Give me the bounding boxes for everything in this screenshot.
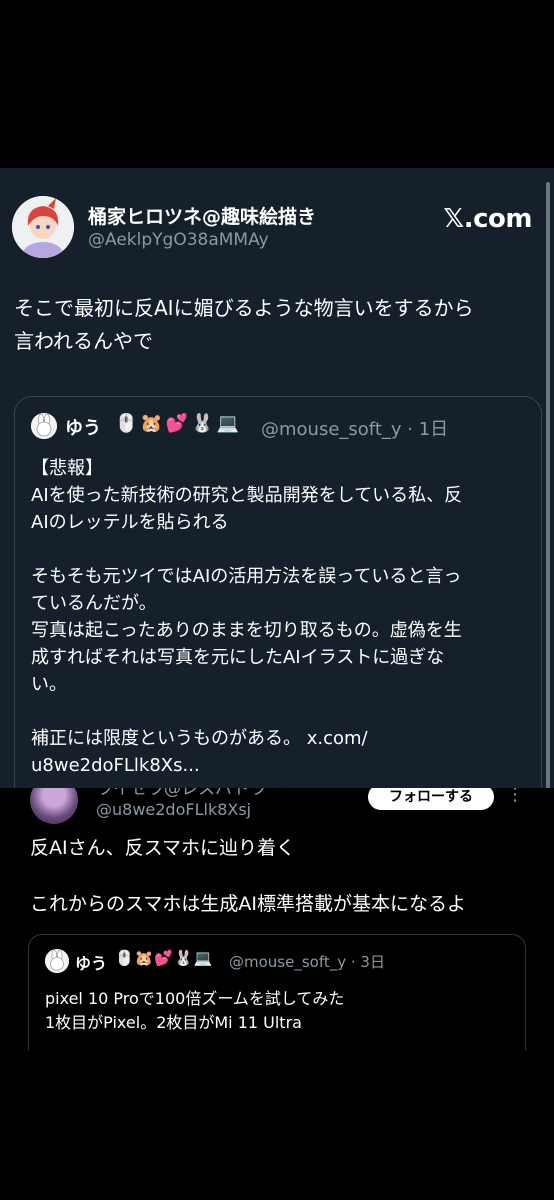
- quoted-line: [31, 536, 531, 563]
- embedded-quote-line: pixel 10 Proで100倍ズームを試してみた: [45, 989, 345, 1008]
- more-options-icon[interactable]: ⋮: [506, 788, 524, 805]
- embedded-quoted-tweet: ゆう 🖱️🐹💕🐰💻 @mouse_soft_y · 3日 pixel 10 Pr…: [28, 934, 526, 1050]
- quoted-line: AIのレッテルを貼られる: [31, 512, 229, 533]
- quoted-tweet-header: ゆう 🖱️🐹💕🐰💻 @mouse_soft_y · 1日: [31, 413, 531, 443]
- embedded-tweet-text: 反AIさん、反スマホに辿り着く これからのスマホは生成AI標準搭載が基本になるよ: [30, 834, 530, 918]
- embedded-author-avatar: [30, 788, 78, 824]
- rabbit-avatar-icon: [31, 413, 57, 439]
- quoted-line: AIを使った新技術の研究と製品開発をしている私、反: [31, 485, 463, 506]
- quoted-author-emojis: 🖱️🐹💕🐰💻: [115, 413, 243, 434]
- embedded-quote-line: 1枚目がPixel。2枚目がMi 11 Ultra: [45, 1013, 302, 1032]
- tweet-card: 桶家ヒロツネ@趣味絵描き @AeklpYgO38aMMAy 𝕏.com そこで最…: [0, 168, 554, 1050]
- post-text-line: そこで最初に反AIに媚びるような物言いをするから: [14, 296, 474, 320]
- follow-button[interactable]: フォローする: [368, 788, 494, 810]
- embedded-text-line: [30, 862, 530, 890]
- quoted-author-avatar: [31, 413, 57, 439]
- quoted-line: [31, 698, 531, 725]
- embedded-text-line: 反AIさん、反スマホに辿り着く: [30, 837, 296, 859]
- embedded-author-name: ライセラ@レスバトラー: [96, 788, 284, 799]
- quoted-author-handle: @mouse_soft_y · 1日: [261, 419, 449, 440]
- quoted-line: ているんだが。: [31, 593, 157, 614]
- scrollbar[interactable]: [546, 182, 550, 822]
- author-avatar[interactable]: [12, 196, 74, 258]
- quoted-line: そもそも元ツイではAIの活用方法を誤っていると言っ: [31, 566, 462, 587]
- embedded-screenshot: ライセラ@レスバトラー @u8we2doFLlk8Xsj フォローする ⋮ 反A…: [0, 788, 554, 1050]
- quoted-tweet-body: 【悲報】 AIを使った新技術の研究と製品開発をしている私、反 AIのレッテルを貼…: [31, 455, 531, 779]
- embedded-quote-handle: @mouse_soft_y · 3日: [229, 953, 385, 971]
- x-com-logo[interactable]: 𝕏.com: [443, 204, 532, 234]
- quoted-line: 【悲報】: [31, 458, 103, 479]
- embedded-quote-author: ゆう: [75, 954, 108, 973]
- quoted-line: い。: [31, 674, 67, 695]
- quoted-line: 補正には限度というものがある。 x.com/: [31, 728, 368, 749]
- quoted-line: 写真は起こったありのままを切り取るもの。虚偽を生: [31, 620, 462, 641]
- avatar-illustration: [12, 196, 74, 258]
- rabbit-avatar-icon: [45, 949, 69, 973]
- embedded-quote-emojis: 🖱️🐹💕🐰💻: [115, 949, 214, 967]
- embedded-text-line: これからのスマホは生成AI標準搭載が基本になるよ: [30, 893, 467, 915]
- embedded-author-handle: @u8we2doFLlk8Xsj: [96, 800, 252, 819]
- quoted-line: u8we2doFLlk8Xs...: [31, 755, 200, 776]
- post-text-line: 言われるんやで: [14, 329, 153, 353]
- embedded-quote-avatar: [45, 949, 69, 973]
- post-text: そこで最初に反AIに媚びるような物言いをするから 言われるんやで: [14, 292, 544, 358]
- embedded-quote-header: ゆう 🖱️🐹💕🐰💻 @mouse_soft_y · 3日: [45, 949, 515, 975]
- author-name[interactable]: 桶家ヒロツネ@趣味絵描き: [88, 202, 316, 229]
- author-handle[interactable]: @AeklpYgO38aMMAy: [88, 230, 269, 250]
- quoted-author-name: ゆう: [65, 418, 101, 439]
- tweet-header: 桶家ヒロツネ@趣味絵描き @AeklpYgO38aMMAy 𝕏.com: [12, 196, 532, 260]
- embedded-quote-body: pixel 10 Proで100倍ズームを試してみた 1枚目がPixel。2枚目…: [45, 987, 515, 1035]
- quoted-line: 成すればそれは写真を元にしたAIイラストに過ぎな: [31, 647, 445, 668]
